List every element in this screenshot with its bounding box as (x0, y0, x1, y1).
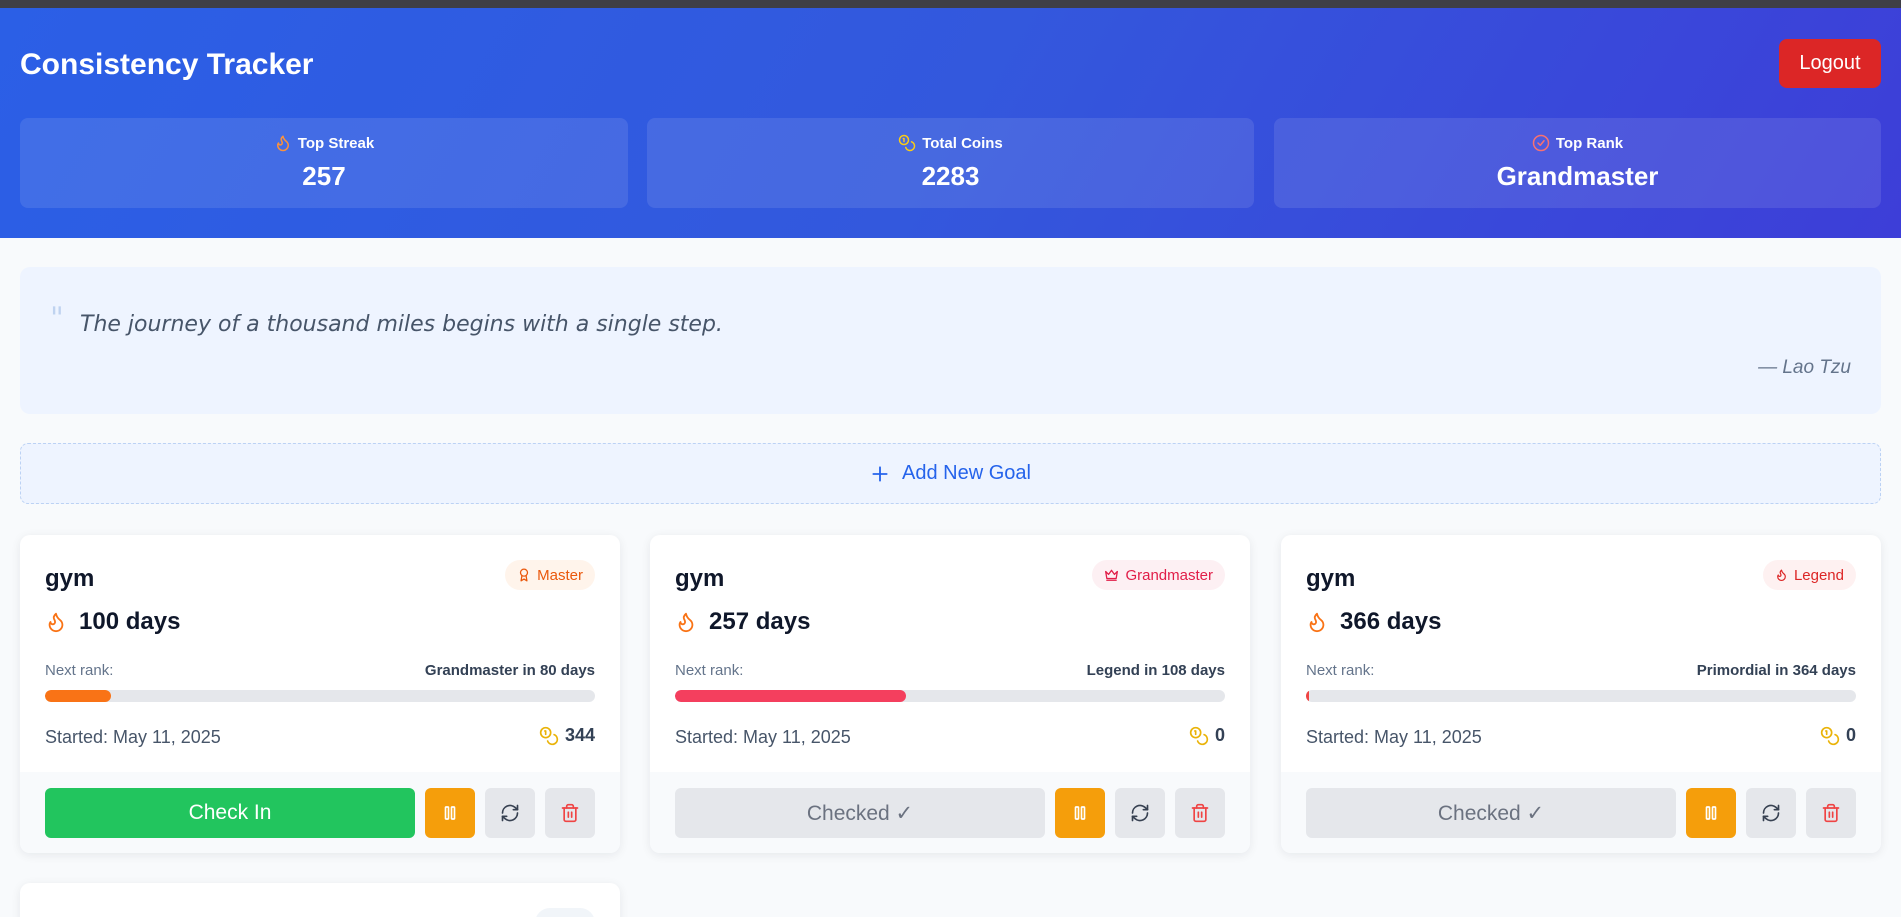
rank-badge (535, 908, 595, 917)
refresh-icon (501, 804, 519, 822)
stat-card-total-coins: Total Coins 2283 (647, 118, 1254, 208)
check-in-button[interactable]: Check In (45, 788, 415, 838)
refresh-icon (1131, 804, 1149, 822)
flame-icon (1777, 569, 1786, 582)
reset-button[interactable] (1746, 788, 1796, 838)
rank-label: Grandmaster (1125, 566, 1213, 584)
coin-value: 344 (564, 725, 595, 745)
rank-badge: Grandmaster (1092, 560, 1225, 590)
award-icon (520, 568, 529, 582)
window-top-strip (0, 0, 1901, 8)
flame-icon (678, 612, 694, 633)
started-date: Started: May 11, 2025 (45, 727, 221, 747)
stat-label: Top Rank (1555, 134, 1624, 152)
rank-label: Master (537, 566, 583, 584)
next-rank-label: Next rank: (45, 662, 114, 679)
pause-button[interactable] (425, 788, 475, 838)
next-rank-value: Legend in 108 days (1086, 662, 1225, 679)
pause-icon (444, 806, 456, 820)
pause-button[interactable] (1686, 788, 1736, 838)
checked-button[interactable]: Checked ✓ (675, 788, 1045, 838)
streak-days: 257 days (709, 608, 811, 635)
trash-icon (561, 803, 579, 823)
streak-days: 100 days (79, 608, 181, 635)
checked-button[interactable]: Checked ✓ (1306, 788, 1676, 838)
rank-progress-bar (1306, 690, 1856, 702)
stat-value: Grandmaster (1496, 161, 1659, 191)
next-rank-label: Next rank: (1306, 662, 1375, 679)
started-date: Started: May 11, 2025 (675, 727, 851, 747)
app-title: Consistency Tracker (20, 48, 314, 81)
goal-card: gym Grandmaster 257 days Next rank: Lege… (650, 535, 1250, 853)
goal-card-partial (20, 883, 620, 917)
pause-button[interactable] (1055, 788, 1105, 838)
flame-icon (276, 135, 289, 152)
goal-card-actions: Checked ✓ (1281, 772, 1881, 853)
streak-count: 366 days (1306, 608, 1441, 636)
rank-label: Legend (1793, 566, 1844, 584)
flame-icon (1309, 612, 1325, 633)
coin-count: 344 (539, 725, 595, 746)
delete-button[interactable] (1806, 788, 1856, 838)
reset-button[interactable] (1115, 788, 1165, 838)
add-goal-label: Add New Goal (902, 462, 1031, 484)
started-date: Started: May 11, 2025 (1306, 727, 1482, 747)
flame-icon (48, 612, 64, 633)
rank-progress-fill (1306, 690, 1309, 702)
rank-progress-fill (45, 690, 111, 702)
refresh-icon (1762, 804, 1780, 822)
coins-icon (1189, 726, 1209, 745)
reset-button[interactable] (485, 788, 535, 838)
add-goal-button[interactable]: Add New Goal (20, 443, 1881, 504)
goal-card-actions: Check In (20, 772, 620, 853)
coin-count: 0 (1189, 725, 1225, 746)
goal-card: gym Master 100 days Next rank: Grandmast… (20, 535, 620, 853)
coin-value: 0 (1845, 725, 1856, 745)
next-rank-label: Next rank: (675, 662, 744, 679)
rank-progress-fill (675, 690, 906, 702)
rank-progress-bar (675, 690, 1225, 702)
goal-card: gym Legend 366 days Next rank: Primordia… (1281, 535, 1881, 853)
next-rank-value: Primordial in 364 days (1696, 662, 1856, 679)
rank-icon (1532, 134, 1550, 152)
coin-value: 0 (1214, 725, 1225, 745)
stat-label: Top Streak (297, 134, 375, 152)
rank-badge: Master (505, 560, 595, 590)
rank-badge: Legend (1762, 560, 1856, 590)
streak-days: 366 days (1340, 608, 1442, 635)
trash-icon (1822, 803, 1840, 823)
quote-author: — Lao Tzu (1758, 357, 1851, 378)
logout-button[interactable]: Logout (1779, 39, 1881, 88)
quote-card: " The journey of a thousand miles begins… (20, 267, 1881, 414)
goal-name: gym (45, 565, 95, 592)
app-header: Consistency Tracker Logout Top Streak 25… (0, 8, 1901, 238)
stat-card-top-streak: Top Streak 257 (20, 118, 628, 208)
delete-button[interactable] (1175, 788, 1225, 838)
stat-card-top-rank: Top Rank Grandmaster (1274, 118, 1881, 208)
streak-count: 257 days (675, 608, 810, 636)
goal-name: gym (1306, 565, 1356, 592)
coins-icon (898, 134, 916, 152)
plus-icon (872, 465, 888, 482)
quote-text: The journey of a thousand miles begins w… (80, 312, 723, 337)
streak-count: 100 days (45, 608, 180, 636)
pause-icon (1705, 806, 1717, 820)
delete-button[interactable] (545, 788, 595, 838)
coins-icon (539, 726, 559, 745)
quote-mark-icon: " (50, 301, 64, 336)
coin-count: 0 (1820, 725, 1856, 746)
goal-name: gym (675, 565, 725, 592)
trash-icon (1191, 803, 1209, 823)
goal-card-actions: Checked ✓ (650, 772, 1250, 853)
rank-progress-bar (45, 690, 595, 702)
stat-label: Total Coins (922, 134, 1003, 152)
crown-icon (1105, 569, 1119, 581)
pause-icon (1074, 806, 1086, 820)
coins-icon (1820, 726, 1840, 745)
next-rank-value: Grandmaster in 80 days (424, 662, 595, 679)
stat-value: 257 (302, 161, 346, 191)
stat-value: 2283 (921, 161, 980, 191)
